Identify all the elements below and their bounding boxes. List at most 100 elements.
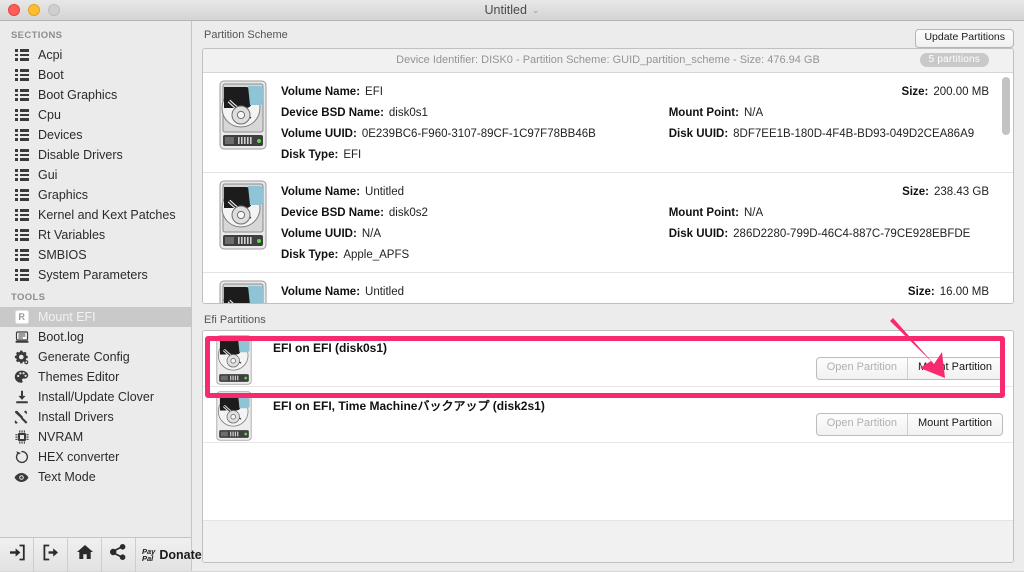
app-window: Untitled ⌄ SECTIONS Acpi Boot Boot Graph…	[0, 0, 1024, 571]
table-row[interactable]: Volume Name:EFI Size:200.00 MB Device BS…	[203, 73, 1013, 173]
efi-partition-title: EFI on EFI, Time Machineバックアップ (disk2s1)	[255, 391, 545, 414]
mount-efi-icon	[14, 310, 29, 325]
sidebar-item-nvram[interactable]: NVRAM	[0, 427, 191, 447]
sidebar-item-label: SMBIOS	[38, 248, 87, 262]
sidebar-item-devices[interactable]: Devices	[0, 125, 191, 145]
sidebar-toolbar: Pay Pal Donate	[0, 537, 191, 571]
sidebar-item-smbios[interactable]: SMBIOS	[0, 245, 191, 265]
table-row[interactable]: Volume Name:Untitled Size:238.43 GB Devi…	[203, 173, 1013, 273]
sidebar-item-install-drivers[interactable]: Install Drivers	[0, 407, 191, 427]
list-item[interactable]: EFI on EFI, Time Machineバックアップ (disk2s1)…	[203, 387, 1013, 443]
sidebar-item-label: Devices	[38, 128, 82, 142]
field-label-volume-name: Volume Name:	[281, 286, 360, 298]
table-row[interactable]: Volume Name:Untitled Size:16.00 MB Devic…	[203, 273, 1013, 303]
efi-partitions-section: Efi Partitions	[202, 314, 1014, 563]
field-value-volume-uuid: N/A	[362, 228, 381, 240]
sidebar-item-graphics[interactable]: Graphics	[0, 185, 191, 205]
sidebar-item-label: Boot.log	[38, 330, 84, 344]
import-button[interactable]	[0, 538, 34, 572]
share-button[interactable]	[102, 538, 136, 572]
sidebar-item-label: Themes Editor	[38, 370, 119, 384]
sidebar-item-boot-graphics[interactable]: Boot Graphics	[0, 85, 191, 105]
sidebar-item-label: Disable Drivers	[38, 148, 123, 162]
scheme-device-header: Device Identifier: DISK0 - Partition Sch…	[203, 49, 1013, 73]
sidebar: SECTIONS Acpi Boot Boot Graphics Cpu	[0, 21, 192, 571]
list-icon	[14, 208, 29, 223]
sidebar-item-label: NVRAM	[38, 430, 83, 444]
list-item[interactable]: EFI on EFI (disk0s1) Open Partition Moun…	[203, 331, 1013, 387]
field-value-size: 16.00 MB	[940, 286, 989, 298]
partition-list[interactable]: Volume Name:EFI Size:200.00 MB Device BS…	[203, 73, 1013, 303]
field-label-volume-name: Volume Name:	[281, 86, 360, 98]
gear-icon	[14, 350, 29, 365]
close-button[interactable]	[8, 4, 20, 16]
sidebar-item-text-mode[interactable]: Text Mode	[0, 467, 191, 487]
efi-footer-area	[203, 520, 1013, 562]
sidebar-item-label: Boot	[38, 68, 64, 82]
open-partition-button: Open Partition	[817, 358, 908, 378]
sidebar-item-gui[interactable]: Gui	[0, 165, 191, 185]
efi-partitions-panel: EFI on EFI (disk0s1) Open Partition Moun…	[202, 330, 1014, 563]
hard-disk-icon	[217, 279, 269, 303]
list-icon	[14, 248, 29, 263]
window-title-group: Untitled ⌄	[0, 0, 1024, 20]
download-icon	[14, 390, 29, 405]
field-value-disk-uuid: 8DF7EE1B-180D-4F4B-BD93-049D2CEA86A9	[733, 128, 974, 140]
palette-icon	[14, 370, 29, 385]
refresh-icon	[14, 450, 29, 465]
title-bar: Untitled ⌄	[0, 0, 1024, 21]
sidebar-item-boot[interactable]: Boot	[0, 65, 191, 85]
scrollbar-vertical[interactable]	[1002, 77, 1010, 297]
mount-partition-button[interactable]: Mount Partition	[908, 358, 1002, 378]
log-icon	[14, 330, 29, 345]
sidebar-item-system-parameters[interactable]: System Parameters	[0, 265, 191, 285]
scrollbar-thumb[interactable]	[1002, 77, 1010, 135]
minimize-button[interactable]	[28, 4, 40, 16]
home-icon	[76, 544, 94, 565]
field-value-size: 200.00 MB	[933, 86, 989, 98]
partition-fields: Volume Name:Untitled Size:16.00 MB Devic…	[281, 279, 999, 303]
mount-partition-button[interactable]: Mount Partition	[908, 414, 1002, 434]
sidebar-item-install-update-clover[interactable]: Install/Update Clover	[0, 387, 191, 407]
sidebar-item-disable-drivers[interactable]: Disable Drivers	[0, 145, 191, 165]
window-body: SECTIONS Acpi Boot Boot Graphics Cpu	[0, 21, 1024, 571]
chevron-down-icon[interactable]: ⌄	[532, 6, 540, 15]
sidebar-scroll[interactable]: SECTIONS Acpi Boot Boot Graphics Cpu	[0, 21, 191, 537]
sidebar-item-mount-efi[interactable]: Mount EFI	[0, 307, 191, 327]
sidebar-item-hex-converter[interactable]: HEX converter	[0, 447, 191, 467]
list-icon	[14, 68, 29, 83]
sidebar-item-cpu[interactable]: Cpu	[0, 105, 191, 125]
field-value-size: 238.43 GB	[934, 186, 989, 198]
sidebar-item-acpi[interactable]: Acpi	[0, 45, 191, 65]
field-label-bsd-name: Device BSD Name:	[281, 207, 384, 219]
field-value-bsd-name: disk0s1	[389, 107, 428, 119]
sidebar-item-rt-variables[interactable]: Rt Variables	[0, 225, 191, 245]
list-icon	[14, 268, 29, 283]
sidebar-group-tools: TOOLS	[0, 285, 191, 307]
field-value-volume-name: Untitled	[365, 286, 404, 298]
field-label-disk-type: Disk Type:	[281, 249, 338, 261]
donate-button[interactable]: Pay Pal Donate	[136, 538, 210, 572]
home-button[interactable]	[68, 538, 102, 572]
sidebar-item-label: Install/Update Clover	[38, 390, 154, 404]
sidebar-item-generate-config[interactable]: Generate Config	[0, 347, 191, 367]
sidebar-item-boot-log[interactable]: Boot.log	[0, 327, 191, 347]
zoom-button[interactable]	[48, 4, 60, 16]
efi-empty-area	[203, 443, 1013, 493]
sidebar-item-label: Generate Config	[38, 350, 130, 364]
field-label-size: Size:	[908, 286, 935, 298]
sidebar-item-label: HEX converter	[38, 450, 119, 464]
list-icon	[14, 88, 29, 103]
field-value-mount-point: N/A	[744, 207, 763, 219]
tools-icon	[14, 410, 29, 425]
sidebar-item-kernel-and-kext-patches[interactable]: Kernel and Kext Patches	[0, 205, 191, 225]
update-partitions-button[interactable]: Update Partitions	[915, 29, 1014, 48]
sidebar-item-label: Gui	[38, 168, 57, 182]
export-button[interactable]	[34, 538, 68, 572]
eye-icon	[14, 470, 29, 485]
field-value-bsd-name: disk0s2	[389, 207, 428, 219]
sidebar-item-themes-editor[interactable]: Themes Editor	[0, 367, 191, 387]
sidebar-item-label: Mount EFI	[38, 310, 96, 324]
sidebar-item-label: Kernel and Kext Patches	[38, 208, 176, 222]
hard-disk-icon	[213, 391, 255, 441]
